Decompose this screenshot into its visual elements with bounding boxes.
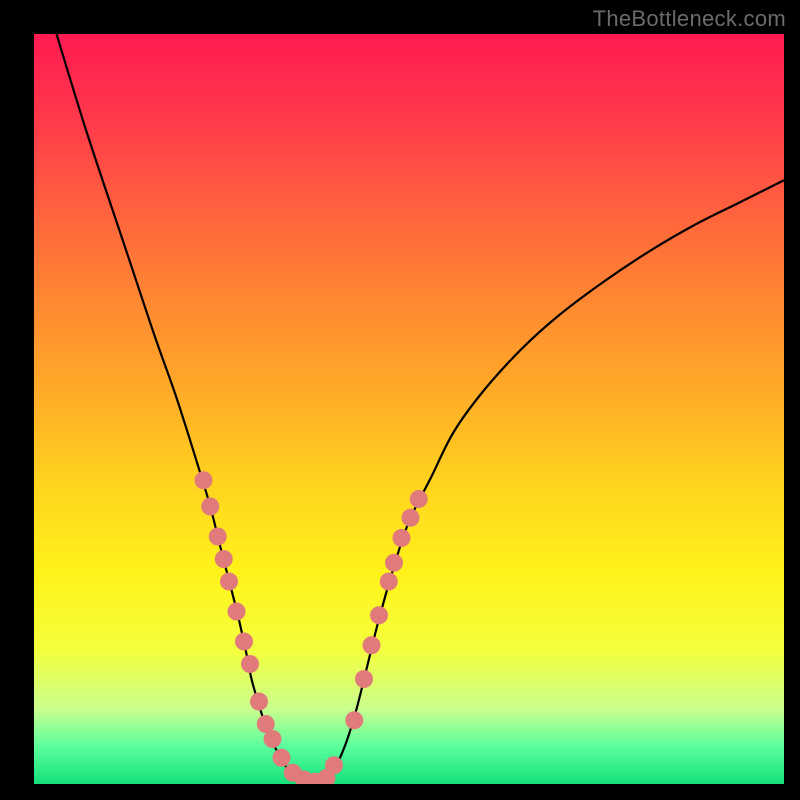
- outer-frame: TheBottleneck.com: [0, 0, 800, 800]
- data-point-dot: [220, 573, 238, 591]
- data-point-dot: [209, 528, 227, 546]
- watermark-text: TheBottleneck.com: [593, 6, 786, 32]
- data-point-dot: [380, 573, 398, 591]
- data-point-dot: [264, 730, 282, 748]
- data-point-dot: [201, 498, 219, 516]
- data-point-dot: [345, 711, 363, 729]
- dots-right: [318, 490, 428, 784]
- left-curve: [57, 34, 312, 784]
- data-point-dot: [273, 749, 291, 767]
- data-point-dot: [228, 603, 246, 621]
- data-point-dot: [393, 529, 411, 547]
- data-point-dot: [385, 554, 403, 572]
- data-point-dot: [355, 670, 373, 688]
- data-point-dot: [363, 636, 381, 654]
- right-curve: [312, 180, 785, 784]
- data-point-dot: [195, 471, 213, 489]
- data-point-dot: [402, 509, 420, 527]
- plot-area: [34, 34, 784, 784]
- data-point-dot: [241, 655, 259, 673]
- data-point-dot: [215, 550, 233, 568]
- data-point-dot: [370, 606, 388, 624]
- data-point-dot: [325, 756, 343, 774]
- data-point-dot: [235, 633, 253, 651]
- data-point-dot: [410, 490, 428, 508]
- chart-svg: [34, 34, 784, 784]
- data-point-dot: [250, 693, 268, 711]
